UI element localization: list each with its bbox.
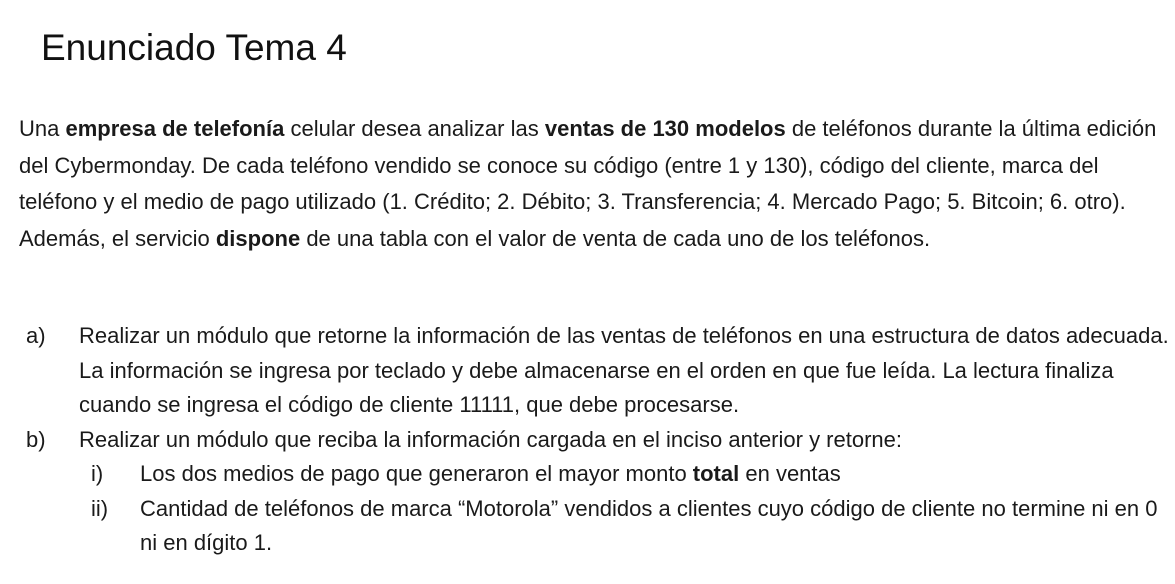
intro-bold-company: empresa de telefonía [65,116,285,141]
task-text-i-part2: en ventas [739,461,841,486]
task-subitem-ii: ii) Cantidad de teléfonos de marca “Moto… [19,492,1169,561]
task-list: a) Realizar un módulo que retorne la inf… [19,319,1169,561]
intro-bold-sales: ventas de 130 modelos [544,116,786,141]
intro-paragraph-2: Además, el servicio dispone de una tabla… [19,221,1169,258]
task-marker-i: i) [91,461,104,486]
task-marker-b: b) [26,426,46,452]
task-marker-a: a) [26,323,46,348]
intro-text-segment: Además, el servicio [19,225,216,251]
intro-bold-dispone: dispone [215,225,301,251]
task-text-i-bold-total: total [692,461,740,486]
intro-text-segment: celular desea analizar las [284,116,545,141]
task-text-a: Realizar un módulo que retorne la inform… [79,323,1169,417]
document-page: Enunciado Tema 4 Una empresa de telefoní… [0,0,1175,584]
task-text-b: Realizar un módulo que reciba la informa… [79,426,903,452]
task-item-b: b) Realizar un módulo que reciba la info… [19,423,1169,458]
task-subitem-i: i) Los dos medios de pago que generaron … [19,457,1169,492]
task-marker-ii: ii) [91,495,109,521]
page-title: Enunciado Tema 4 [41,27,347,68]
intro-paragraph-1: Una empresa de telefonía celular desea a… [19,111,1169,221]
intro-text-segment: Una [19,116,66,141]
intro-text: Una empresa de telefonía celular desea a… [19,111,1169,257]
task-item-a: a) Realizar un módulo que retorne la inf… [19,319,1169,423]
task-text-ii: Cantidad de teléfonos de marca “Motorola… [140,495,1158,556]
intro-text-segment: de una tabla con el valor de venta de ca… [300,225,931,251]
task-text-i-part1: Los dos medios de pago que generaron el … [140,461,693,486]
